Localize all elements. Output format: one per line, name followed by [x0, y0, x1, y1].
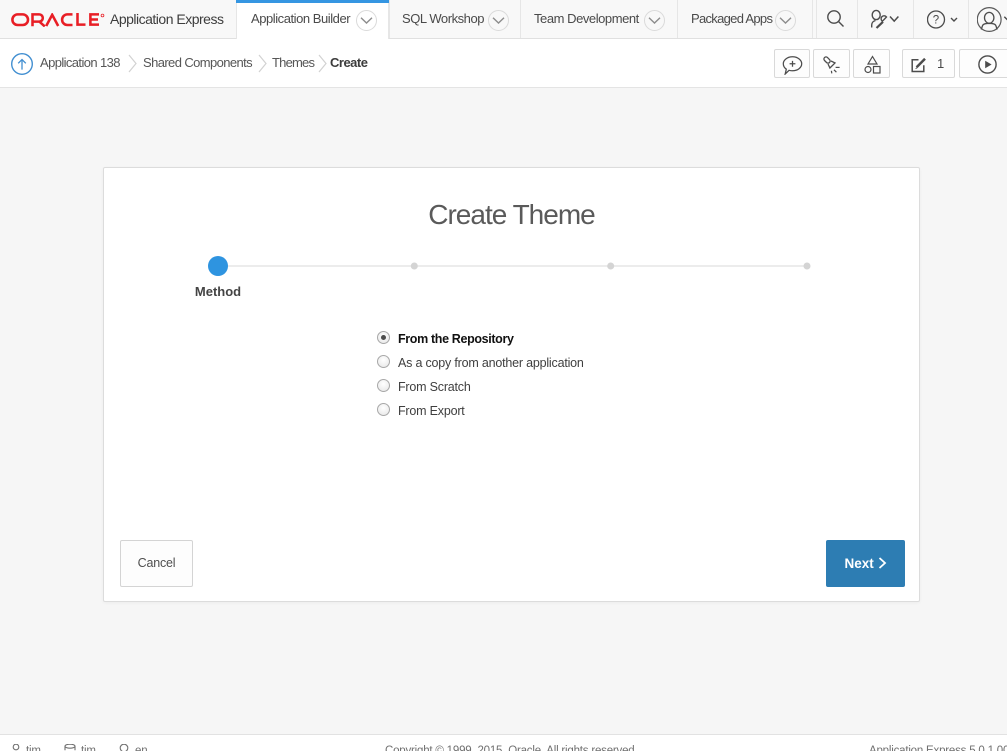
svg-text:?: ? — [933, 15, 939, 27]
